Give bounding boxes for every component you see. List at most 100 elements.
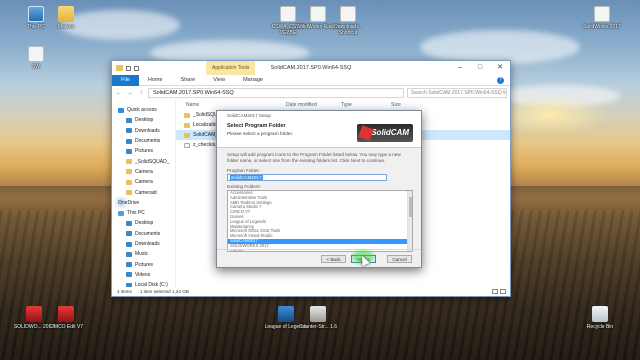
folder-icon bbox=[126, 179, 132, 185]
status-selection: 1 item selected 1,24 GB bbox=[139, 289, 189, 294]
nav-item[interactable]: Local Disk (C:) bbox=[112, 280, 175, 287]
solidcam-logo: SolidCAM bbox=[357, 124, 413, 142]
nav-item[interactable]: Documents bbox=[112, 229, 175, 239]
nav-item[interactable]: Desktop bbox=[112, 115, 175, 125]
close-button[interactable]: ✕ bbox=[490, 61, 510, 75]
setup-description: Setup will add program icons to the Prog… bbox=[227, 152, 401, 163]
details-view-icon[interactable] bbox=[492, 289, 498, 294]
nav-item[interactable]: Pictures bbox=[112, 259, 175, 269]
help-icon[interactable]: ? bbox=[497, 76, 504, 84]
maximize-button[interactable]: □ bbox=[470, 61, 490, 75]
nav-item-label: _SolidSQUAD_ bbox=[135, 158, 170, 165]
desktop-icon-markos[interactable]: Markos bbox=[44, 6, 88, 30]
folder-icon bbox=[58, 6, 74, 22]
nav-item[interactable]: Quick access bbox=[112, 105, 175, 115]
desktop-icon-solidworks-2017[interactable]: SolidWorks 2017 bbox=[580, 6, 624, 30]
nav-item-label: Camera bbox=[135, 168, 153, 175]
nav-item-label: Cameraid bbox=[135, 189, 157, 196]
folder-icon bbox=[126, 272, 132, 278]
new-folder-icon[interactable] bbox=[134, 65, 139, 71]
file-name: z_checkout bbox=[193, 142, 219, 148]
nav-item[interactable]: Desktop bbox=[112, 218, 175, 228]
folder-icon bbox=[126, 138, 132, 144]
folder-icon bbox=[126, 159, 132, 165]
desktop-icon-cimco[interactable]: CIMCO Edit V7 bbox=[44, 306, 88, 330]
column-type[interactable]: Type bbox=[341, 102, 391, 108]
nav-item[interactable]: Camera bbox=[112, 177, 175, 187]
back-button[interactable]: < Back bbox=[321, 255, 346, 263]
folder-icon bbox=[126, 128, 132, 134]
existing-folders-list[interactable]: Accessories Administrative Tools AMD Radeo… bbox=[227, 190, 413, 252]
folder-icon bbox=[184, 132, 190, 138]
tab-share[interactable]: Share bbox=[172, 75, 205, 86]
folder-icon bbox=[126, 148, 132, 154]
search-input[interactable]: Search SolidCAM.2017.SP0.Win64-SSQ ⚲ bbox=[407, 88, 507, 98]
minimize-button[interactable]: – bbox=[450, 61, 470, 75]
nav-item-label: Music bbox=[135, 251, 149, 258]
nav-item[interactable]: Downloads bbox=[112, 239, 175, 249]
setup-footer: < Back Next > Cancel bbox=[217, 249, 421, 267]
address-bar[interactable]: SolidCAM.2017.SP0.Win64-SSQ bbox=[148, 88, 404, 98]
column-date[interactable]: Date modified bbox=[286, 102, 341, 108]
tab-file[interactable]: File bbox=[112, 74, 139, 86]
nav-item-label: Videos bbox=[135, 271, 151, 278]
folder-icon bbox=[126, 262, 132, 268]
nav-item-label: Camera bbox=[135, 179, 153, 186]
column-headers: Name Date modified Type Size bbox=[176, 100, 510, 110]
tab-home[interactable]: Home bbox=[139, 75, 172, 86]
desktop-icon-sw[interactable]: SW bbox=[14, 46, 58, 70]
file-icon bbox=[594, 6, 610, 22]
nav-item-label: Quick access bbox=[127, 107, 157, 114]
large-icons-view-icon[interactable] bbox=[500, 289, 506, 294]
star-icon bbox=[118, 107, 124, 113]
nav-item[interactable]: _SolidSQUAD_ bbox=[112, 156, 175, 166]
nav-item-label: Downloads bbox=[135, 127, 160, 134]
desktop-icon-counter-strike[interactable]: Counter-Str... 1.6 bbox=[296, 306, 340, 330]
nav-item[interactable]: Cameraid bbox=[112, 187, 175, 197]
folder-icon bbox=[116, 65, 123, 71]
cancel-button[interactable]: Cancel bbox=[387, 255, 412, 263]
folder-icon bbox=[126, 169, 132, 175]
cimco-icon bbox=[58, 306, 74, 322]
folder-icon bbox=[126, 241, 132, 247]
nav-item[interactable]: Documents bbox=[112, 136, 175, 146]
folder-icon bbox=[126, 251, 132, 257]
column-size[interactable]: Size bbox=[391, 102, 431, 108]
address-row: ← → ↑ SolidCAM.2017.SP0.Win64-SSQ Search… bbox=[112, 86, 510, 100]
nav-item[interactable]: Camera bbox=[112, 167, 175, 177]
program-folder-input[interactable]: SolidCAM2017 bbox=[227, 174, 387, 181]
pc-icon bbox=[118, 210, 124, 216]
nav-item-label: Documents bbox=[135, 138, 161, 145]
nav-item-label: Local Disk (C:) bbox=[135, 282, 168, 287]
nav-item[interactable]: Pictures bbox=[112, 146, 175, 156]
title-bar[interactable]: Application Tools SolidCAM.2017.SP0.Win6… bbox=[112, 61, 510, 75]
back-arrow-icon[interactable]: ← bbox=[115, 89, 123, 97]
nav-item-label: Pictures bbox=[135, 261, 154, 268]
properties-icon[interactable] bbox=[126, 65, 131, 71]
nav-item[interactable]: Videos bbox=[112, 270, 175, 280]
tab-view[interactable]: View bbox=[204, 75, 234, 86]
tab-manage[interactable]: Manage bbox=[234, 75, 272, 86]
folders-scrollbar[interactable] bbox=[407, 191, 412, 251]
desktop-icon-recycle-bin[interactable]: Recycle Bin bbox=[578, 306, 622, 330]
nav-item[interactable]: OneDrive bbox=[112, 198, 175, 208]
folder-icon bbox=[126, 117, 132, 123]
league-icon bbox=[278, 306, 294, 322]
nav-item-label: This PC bbox=[127, 210, 145, 217]
status-item-count: 4 items bbox=[117, 289, 132, 294]
column-name[interactable]: Name bbox=[176, 102, 286, 108]
desktop-icon-downloads-shortcut[interactable]: Downloads - Shortcut bbox=[326, 6, 370, 36]
document-icon bbox=[184, 142, 190, 148]
up-arrow-icon[interactable]: ↑ bbox=[137, 89, 145, 97]
file-icon bbox=[310, 6, 326, 22]
nav-item[interactable]: Music bbox=[112, 249, 175, 259]
nav-item[interactable]: Downloads bbox=[112, 126, 175, 136]
status-bar: 4 items 1 item selected 1,24 GB bbox=[112, 287, 510, 296]
logo-mark-icon bbox=[358, 125, 374, 141]
existing-folders-label: Existing Folders: bbox=[227, 184, 261, 189]
forward-arrow-icon[interactable]: → bbox=[126, 89, 134, 97]
nav-item[interactable]: This PC bbox=[112, 208, 175, 218]
context-tab-application-tools[interactable]: Application Tools bbox=[206, 61, 256, 75]
ribbon-tabs: File Home Share View Manage ? bbox=[112, 74, 510, 86]
file-icon bbox=[340, 6, 356, 22]
